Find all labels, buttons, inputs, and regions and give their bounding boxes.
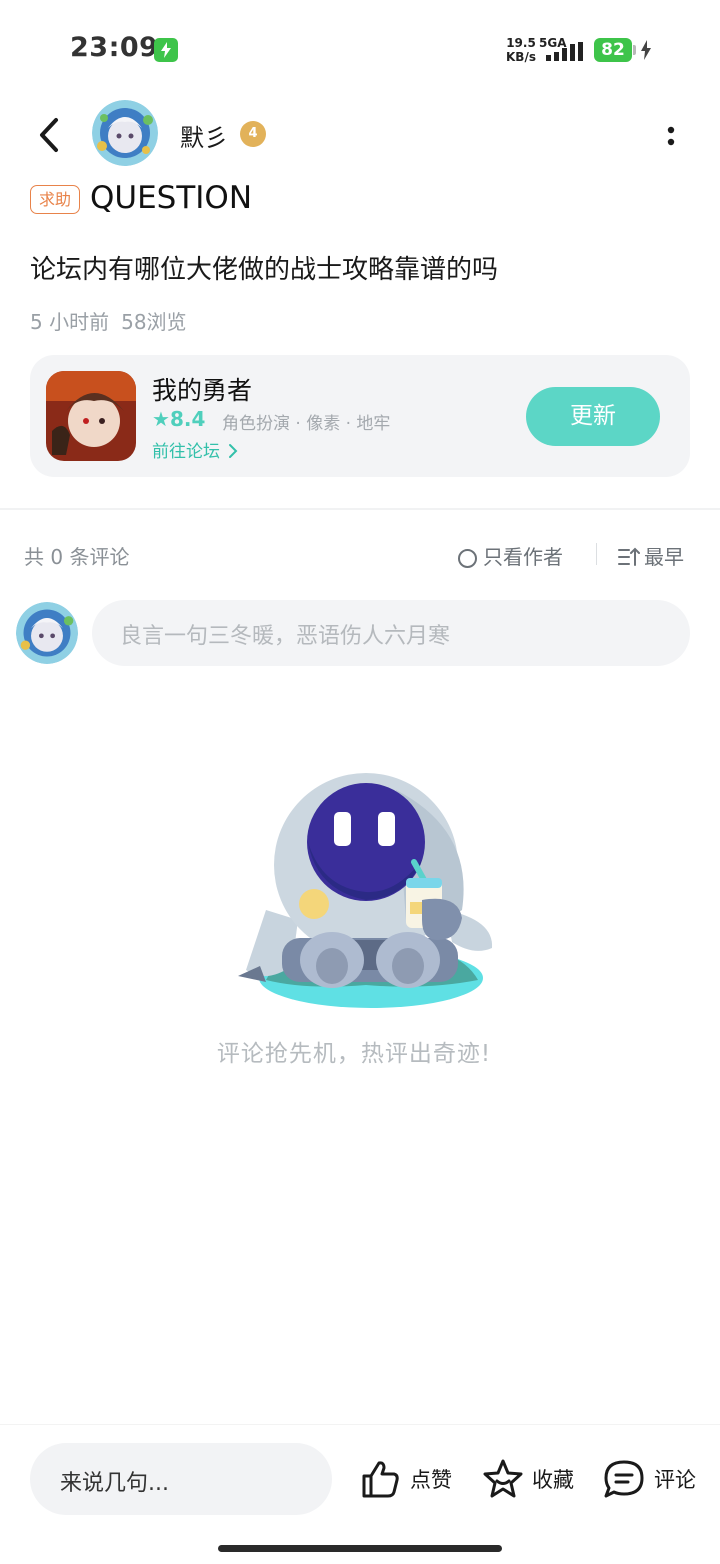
post-views: 58浏览 bbox=[121, 310, 187, 334]
bottom-comment-input[interactable]: 来说几句... bbox=[30, 1443, 332, 1515]
goto-forum-link[interactable]: 前往论坛 bbox=[152, 437, 239, 462]
sort-button[interactable]: 最早 bbox=[618, 541, 684, 570]
level-badge: 4 bbox=[240, 121, 266, 147]
comment-input[interactable]: 良言一句三冬暖，恶语伤人六月寒 bbox=[92, 600, 690, 666]
signal-icon bbox=[546, 42, 583, 61]
author-only-toggle[interactable]: 只看作者 bbox=[458, 541, 563, 570]
game-rating: ★8.4 bbox=[152, 407, 206, 431]
radio-icon bbox=[458, 549, 477, 568]
sort-separator bbox=[596, 543, 597, 565]
post-type-label: QUESTION bbox=[90, 180, 253, 216]
network-speed: 19.5 KB/s bbox=[506, 36, 536, 64]
game-icon[interactable] bbox=[46, 371, 136, 461]
empty-state-robot-illustration bbox=[238, 773, 493, 1008]
author-avatar[interactable] bbox=[92, 100, 158, 166]
comment-button[interactable]: 评论 bbox=[602, 1456, 696, 1502]
game-tags: 角色扮演 · 像素 · 地牢 bbox=[222, 414, 391, 434]
battery-level: 82 bbox=[594, 38, 632, 62]
star-icon: ★ bbox=[152, 407, 170, 431]
section-divider bbox=[0, 508, 720, 510]
comment-count: 共 0 条评论 bbox=[24, 545, 130, 569]
favorite-button[interactable]: 收藏 bbox=[482, 1456, 574, 1502]
empty-state-text: 评论抢先机，热评出奇迹! bbox=[216, 1041, 492, 1067]
back-button[interactable] bbox=[30, 112, 70, 158]
update-button[interactable]: 更新 bbox=[526, 387, 660, 446]
help-tag: 求助 bbox=[30, 185, 81, 214]
status-time: 23:09 bbox=[70, 32, 159, 63]
more-options-button[interactable] bbox=[656, 120, 686, 154]
author-name[interactable]: 默彡 bbox=[180, 118, 228, 153]
comment-input-placeholder: 良言一句三冬暖，恶语伤人六月寒 bbox=[120, 624, 451, 649]
sort-icon bbox=[618, 547, 640, 566]
thumbs-up-icon bbox=[362, 1461, 399, 1498]
battery-tip bbox=[633, 45, 636, 55]
battery-charging-icon bbox=[641, 40, 651, 60]
more-icon bbox=[667, 126, 675, 146]
post-time: 5 小时前 bbox=[30, 310, 110, 334]
favorite-star-icon bbox=[483, 1459, 523, 1498]
chevron-right-icon bbox=[229, 444, 238, 458]
back-arrow-icon bbox=[40, 118, 58, 152]
post-title: 论坛内有哪位大佬做的战士攻略靠谱的吗 bbox=[30, 255, 499, 285]
bottom-input-placeholder: 来说几句... bbox=[60, 1471, 169, 1496]
game-name: 我的勇者 bbox=[152, 376, 253, 405]
like-button[interactable]: 点赞 bbox=[360, 1456, 452, 1502]
comment-bubble-icon bbox=[604, 1460, 644, 1498]
home-indicator[interactable] bbox=[218, 1545, 502, 1552]
charging-icon bbox=[154, 38, 178, 62]
my-avatar bbox=[16, 602, 78, 664]
post-meta: 5 小时前 58浏览 bbox=[30, 306, 199, 335]
